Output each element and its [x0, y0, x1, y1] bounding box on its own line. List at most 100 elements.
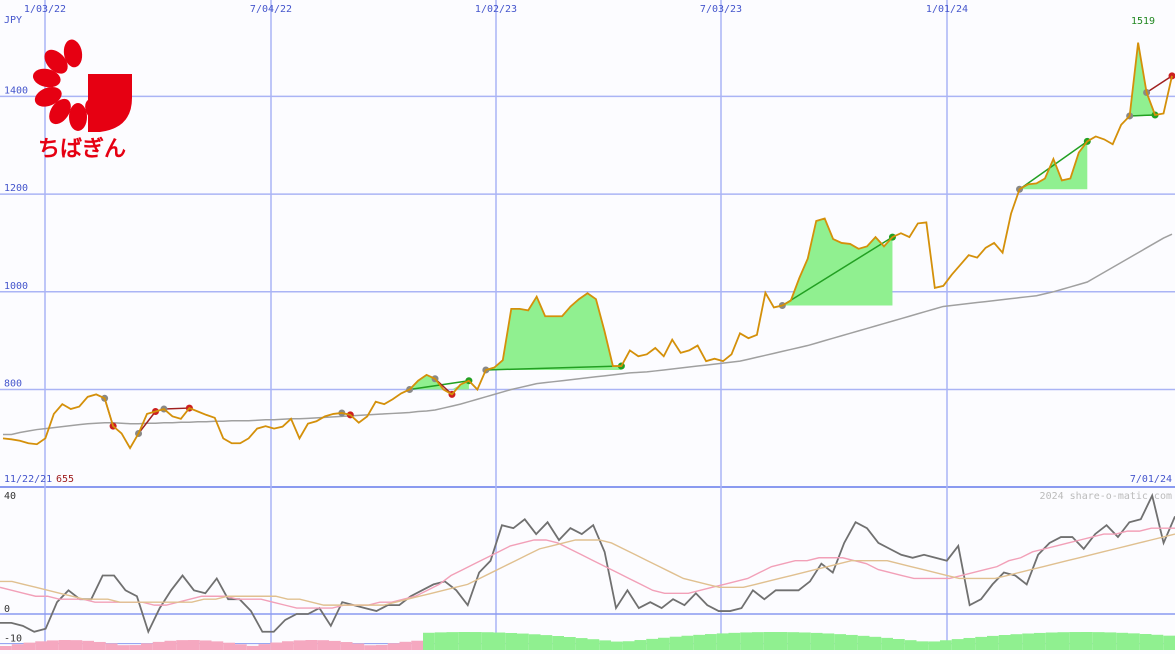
histogram-bar: [129, 645, 141, 650]
histogram-bar: [82, 641, 94, 650]
histogram-bar: [576, 638, 588, 650]
histogram-bar: [1163, 636, 1175, 650]
histogram-bar: [470, 632, 482, 650]
histogram-bar: [740, 632, 752, 650]
histogram-bar: [141, 643, 153, 650]
histogram-bar: [529, 634, 541, 650]
histogram-bar: [658, 638, 670, 650]
oscillator-series-line: [0, 534, 1175, 605]
histogram-bar: [118, 645, 130, 650]
histogram-bar: [505, 633, 517, 650]
histogram-bar: [282, 641, 294, 650]
histogram-bar: [611, 642, 623, 650]
histogram-bar: [1069, 632, 1081, 650]
histogram-bar: [388, 643, 400, 650]
histogram-bar: [811, 633, 823, 650]
histogram-bar: [1105, 632, 1117, 650]
histogram-bar: [623, 641, 635, 650]
logo-wordmark: ちばぎん: [38, 136, 126, 162]
histogram-bar: [564, 637, 576, 650]
histogram-bar: [940, 640, 952, 650]
histogram-bar: [705, 634, 717, 650]
histogram-bar: [176, 640, 188, 650]
histogram-bar: [1152, 635, 1164, 650]
histogram-bar: [188, 640, 200, 650]
histogram-bar: [458, 632, 470, 650]
histogram-bar: [823, 633, 835, 650]
oscillator-tick-label: -10: [4, 634, 22, 645]
chart-svg: 1/03/227/04/221/02/237/03/231/01/2480010…: [0, 0, 1175, 650]
loss-line: [164, 408, 189, 409]
date-tick-label: 7/03/23: [700, 4, 742, 15]
histogram-bar: [153, 642, 165, 650]
histogram-bar: [71, 640, 83, 650]
histogram-bar: [341, 642, 353, 650]
histogram-bar: [47, 640, 59, 650]
end-date-label: 7/01/24: [1130, 474, 1172, 485]
oscillator-tick-label: 40: [4, 491, 16, 502]
histogram-bar: [693, 635, 705, 650]
price-tick-label: 1400: [4, 85, 28, 96]
histogram-bar: [682, 636, 694, 650]
start-date-label: 11/22/21: [4, 474, 52, 485]
min-price-label: 655: [56, 474, 74, 485]
histogram-bar: [776, 632, 788, 650]
histogram-bar: [353, 644, 365, 650]
histogram-bar: [200, 640, 212, 650]
histogram-bar: [893, 639, 905, 650]
histogram-bar: [1081, 632, 1093, 650]
histogram-bar: [881, 638, 893, 650]
oscillator-series-line: [0, 496, 1175, 632]
histogram-bar: [435, 632, 447, 650]
logo-petal: [69, 103, 87, 131]
histogram-bar: [35, 641, 47, 650]
histogram-bar: [400, 642, 412, 650]
histogram-bar: [717, 633, 729, 650]
histogram-bar: [928, 641, 940, 650]
histogram-bar: [494, 633, 506, 650]
histogram-bar: [376, 645, 388, 650]
date-tick-label: 7/04/22: [250, 4, 292, 15]
price-tick-label: 800: [4, 379, 22, 390]
histogram-bar: [975, 637, 987, 650]
histogram-bar: [1046, 632, 1058, 650]
histogram-bar: [94, 642, 106, 650]
histogram-bar: [247, 646, 259, 650]
histogram-bar: [552, 636, 564, 650]
histogram-bar: [764, 632, 776, 650]
histogram-bar: [223, 643, 235, 650]
histogram-bar: [0, 646, 12, 650]
histogram-bar: [858, 636, 870, 650]
histogram-bar: [987, 636, 999, 650]
histogram-bar: [364, 645, 376, 650]
histogram-bar: [1058, 632, 1070, 650]
histogram-bar: [259, 644, 271, 650]
histogram-bar: [423, 633, 435, 650]
histogram-bar: [59, 640, 71, 650]
histogram-bar: [964, 638, 976, 650]
oscillator-tick-label: 0: [4, 604, 10, 615]
histogram-bar: [306, 640, 318, 650]
histogram-bar: [646, 639, 658, 650]
histogram-bar: [1116, 633, 1128, 650]
gain-area: [782, 219, 892, 306]
histogram-bar: [1093, 632, 1105, 650]
chiba-bank-logo: ちばぎん: [31, 38, 132, 162]
date-tick-label: 1/02/23: [475, 4, 517, 15]
histogram-bar: [905, 640, 917, 650]
share-price-chart: 1/03/227/04/221/02/237/03/231/01/2480010…: [0, 0, 1175, 654]
date-tick-label: 1/01/24: [926, 4, 968, 15]
price-line: [3, 43, 1172, 448]
histogram-bar: [235, 644, 247, 650]
histogram-bar: [106, 643, 118, 650]
histogram-bar: [165, 641, 177, 650]
histogram-bar: [1140, 634, 1152, 650]
histogram-bar: [482, 632, 494, 650]
histogram-bar: [846, 635, 858, 650]
histogram-bar: [787, 632, 799, 650]
histogram-bar: [670, 637, 682, 650]
histogram-bar: [834, 634, 846, 650]
currency-label: JPY: [4, 15, 22, 26]
date-tick-label: 1/03/22: [24, 4, 66, 15]
histogram-bar: [329, 641, 341, 650]
